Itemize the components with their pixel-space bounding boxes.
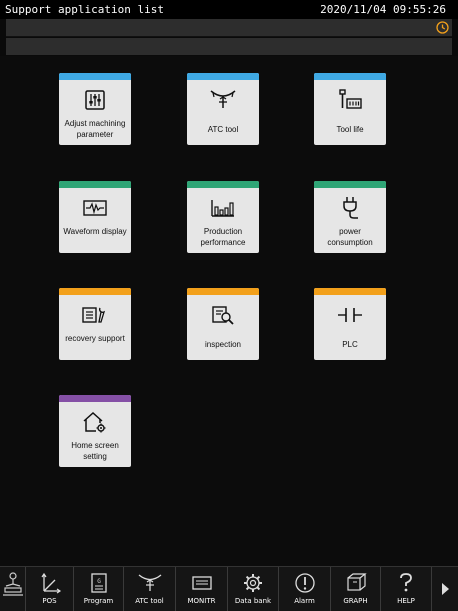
tile-label: Home screen setting (71, 441, 119, 461)
category-stripe (314, 181, 386, 188)
tile-home-screen-setting[interactable]: Home screen setting (59, 395, 131, 467)
tile-label: Tool life (336, 125, 364, 134)
help-icon (400, 573, 412, 592)
category-stripe (314, 73, 386, 80)
graph-icon (346, 573, 367, 591)
softkey-machine[interactable] (0, 567, 26, 611)
program-icon: G (90, 573, 107, 593)
category-stripe (59, 181, 131, 188)
tile-power-consumption[interactable]: power consumption (314, 181, 386, 253)
inspection-icon (212, 306, 234, 325)
sliders-icon (85, 90, 105, 110)
app-grid: Adjust machining parameter ATC tool Tool… (0, 56, 458, 566)
message-history-icon[interactable] (436, 21, 449, 34)
softkey-atc-tool[interactable]: ATC tool (124, 567, 176, 611)
tile-production-performance[interactable]: Production performance (187, 181, 259, 253)
softkey-bar: POS G Program ATC tool MONITR Data bank … (0, 566, 458, 611)
message-bar-2 (6, 38, 452, 55)
home-gear-icon (83, 411, 106, 433)
softkey-label: GRAPH (343, 597, 368, 605)
category-stripe (314, 288, 386, 295)
datetime-display: 2020/11/04 09:55:26 (320, 3, 446, 16)
softkey-alarm[interactable]: Alarm (279, 567, 331, 611)
bar-chart-icon (211, 200, 234, 217)
gear-icon (244, 574, 262, 592)
message-bar-1 (6, 19, 452, 37)
softkey-monitr[interactable]: MONITR (176, 567, 228, 611)
category-stripe (59, 73, 131, 80)
tile-label: inspection (204, 340, 242, 349)
category-stripe (187, 73, 259, 80)
alarm-icon (294, 573, 315, 593)
recovery-icon (82, 307, 106, 323)
category-stripe (187, 288, 259, 295)
tile-inspection[interactable]: inspection (187, 288, 259, 360)
tile-label: recovery support (65, 334, 125, 343)
tile-adjust-machining-parameter[interactable]: Adjust machining parameter (59, 73, 131, 145)
softkey-label: HELP (397, 597, 415, 605)
atc-tool-icon (138, 574, 161, 591)
tile-label: Adjust machining parameter (64, 119, 126, 139)
category-stripe (187, 181, 259, 188)
atc-tool-icon (210, 90, 236, 108)
softkey-label: Data bank (234, 597, 272, 605)
monitor-icon (191, 576, 212, 590)
softkey-program[interactable]: G Program (74, 567, 124, 611)
softkey-label: MONITR (187, 597, 216, 605)
category-stripe (59, 288, 131, 295)
tile-recovery-support[interactable]: recovery support (59, 288, 131, 360)
softkey-data-bank[interactable]: Data bank (228, 567, 279, 611)
tile-plc[interactable]: PLC (314, 288, 386, 360)
softkey-pos[interactable]: POS (26, 567, 74, 611)
category-stripe (59, 395, 131, 402)
tile-tool-life[interactable]: Tool life (314, 73, 386, 145)
plc-contact-icon (338, 308, 362, 322)
machine-icon (2, 572, 23, 596)
softkey-next-page[interactable] (432, 567, 458, 611)
tile-label: power consumption (327, 227, 373, 247)
svg-text:G: G (97, 578, 101, 585)
tile-waveform-display[interactable]: Waveform display (59, 181, 131, 253)
waveform-icon (83, 200, 107, 216)
title-bar: Support application list 2020/11/04 09:5… (0, 0, 458, 19)
softkey-help[interactable]: HELP (381, 567, 432, 611)
page-title: Support application list (5, 3, 164, 16)
softkey-label: ATC tool (135, 597, 164, 605)
tile-label: ATC tool (207, 125, 239, 134)
tile-label: Production performance (200, 227, 246, 247)
softkey-label: Program (83, 597, 114, 605)
tile-label: PLC (342, 340, 358, 349)
softkey-label: POS (42, 597, 57, 605)
next-page-icon (442, 583, 449, 595)
softkey-label: Alarm (294, 597, 315, 605)
tile-label: Waveform display (63, 227, 127, 236)
tile-atc-tool[interactable]: ATC tool (187, 73, 259, 145)
tool-life-icon (339, 89, 362, 109)
axes-icon (41, 572, 61, 594)
softkey-graph[interactable]: GRAPH (331, 567, 381, 611)
plug-icon (343, 197, 358, 219)
